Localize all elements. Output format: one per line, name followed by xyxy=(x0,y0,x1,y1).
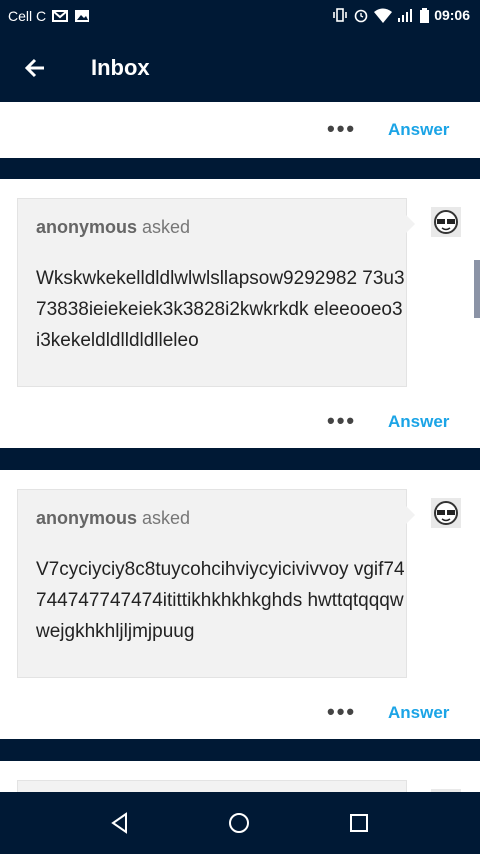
sunglasses-face-icon xyxy=(434,501,458,525)
scrollbar[interactable] xyxy=(474,260,480,318)
status-bar: Cell C 09:06 xyxy=(0,0,480,32)
asker-name[interactable]: anonymous xyxy=(36,217,137,237)
sunglasses-face-icon xyxy=(434,210,458,234)
card-actions: ••• Answer xyxy=(0,102,480,158)
carrier-label: Cell C xyxy=(8,8,47,24)
clock: 09:06 xyxy=(434,7,470,23)
app-bar: Inbox xyxy=(0,32,480,102)
answer-button[interactable]: Answer xyxy=(388,120,449,140)
alarm-icon xyxy=(354,9,368,23)
triangle-back-icon[interactable] xyxy=(107,810,133,836)
wifi-icon xyxy=(374,8,393,23)
square-recents-icon[interactable] xyxy=(346,810,372,836)
question-text: Wkskwkekelldldlwlwlsllapsow9292982 73u37… xyxy=(36,268,405,351)
image-icon xyxy=(75,10,90,22)
asker-line: anonymous asked xyxy=(36,217,190,238)
more-options-button[interactable]: ••• xyxy=(327,408,356,434)
question-bubble: anonymous asked V7cyciyciy8c8tuycohcihvi… xyxy=(17,489,415,678)
question-text: V7cyciyciy8c8tuycohcihviycyicivivvoy vgi… xyxy=(36,559,405,642)
avatar[interactable] xyxy=(431,498,461,528)
card-actions: ••• Answer xyxy=(0,390,480,448)
avatar[interactable] xyxy=(431,207,461,237)
page-title: Inbox xyxy=(91,55,150,80)
question-bubble xyxy=(17,780,407,792)
question-card: anonymous asked V7cyciyciy8c8tuycohcihvi… xyxy=(0,470,480,739)
vibrate-icon xyxy=(333,8,347,22)
more-options-button[interactable]: ••• xyxy=(327,116,356,142)
battery-icon xyxy=(420,7,430,23)
answer-button[interactable]: Answer xyxy=(388,703,449,723)
question-bubble: anonymous asked Wkskwkekelldldlwlwlsllap… xyxy=(17,198,415,387)
arrow-left-icon[interactable] xyxy=(22,54,50,82)
signal-icon xyxy=(398,9,413,22)
inbox-list[interactable]: ••• Answer anonymous asked Wkskwkekelldl… xyxy=(0,102,480,792)
more-options-button[interactable]: ••• xyxy=(327,699,356,725)
circle-home-icon[interactable] xyxy=(226,810,252,836)
mail-icon xyxy=(52,10,69,22)
question-card xyxy=(0,761,480,792)
asker-line: anonymous asked xyxy=(36,508,190,529)
asked-label: asked xyxy=(142,217,191,237)
question-card: anonymous asked Wkskwkekelldldlwlwlsllap… xyxy=(0,179,480,448)
asked-label: asked xyxy=(142,508,191,528)
card-actions: ••• Answer xyxy=(0,681,480,739)
asker-name[interactable]: anonymous xyxy=(36,508,137,528)
answer-button[interactable]: Answer xyxy=(388,412,449,432)
system-nav-bar xyxy=(0,792,480,854)
